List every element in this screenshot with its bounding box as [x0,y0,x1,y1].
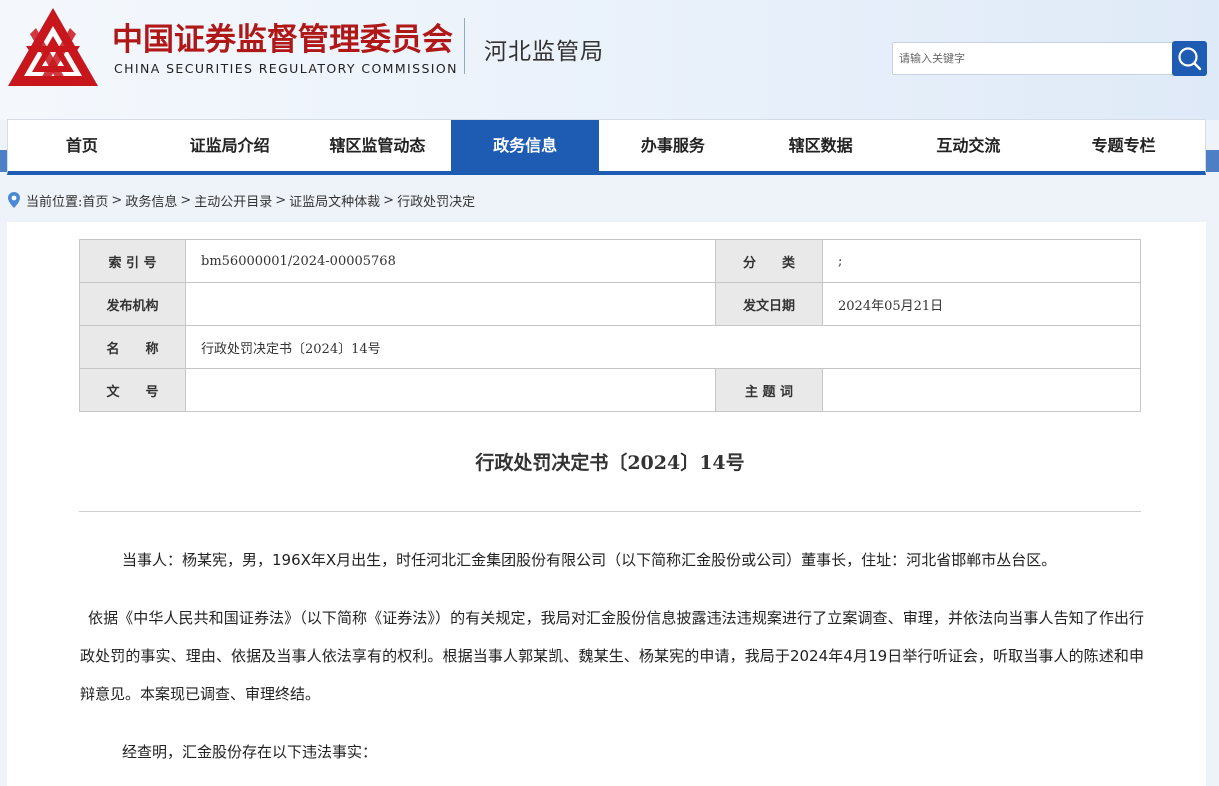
document-title: 行政处罚决定书〔2024〕14号 [475,452,745,474]
name-value: 行政处罚决定书〔2024〕14号 [185,325,1141,369]
date-value: 2024年05月21日 [822,282,1141,326]
breadcrumb-prefix: 当前位置: [26,194,83,210]
location-pin-icon [8,192,20,208]
title-divider [79,511,1141,512]
breadcrumb-separator: > [275,192,287,208]
org-name-en: CHINA SECURITIES REGULATORY COMMISSION [114,61,458,76]
nav-item-special[interactable]: 专题专栏 [1042,120,1205,171]
site-header: 中国证券监督管理委员会 CHINA SECURITIES REGULATORY … [0,0,1219,120]
bureau-name: 河北监管局 [484,39,604,65]
header-divider [464,18,465,74]
nav-item-regulatory-news[interactable]: 辖区监管动态 [304,120,452,171]
nav-item-interaction[interactable]: 互动交流 [895,120,1043,171]
index-value: bm56000001/2024-00005768 [185,239,716,283]
breadcrumb-public-catalog[interactable]: 主动公开目录 [194,191,272,210]
document-paragraph: 依据《中华人民共和国证券法》（以下简称《证券法》）的有关规定，我局对汇金股份信息… [80,609,1144,703]
csrc-logo-icon[interactable] [6,6,100,88]
main-nav: 首页 证监局介绍 辖区监管动态 政务信息 办事服务 辖区数据 互动交流 专题专栏 [7,119,1206,175]
index-label: 索 引 号 [79,239,186,283]
search-button[interactable] [1172,41,1207,76]
breadcrumb-separator: > [383,192,395,208]
nav-item-services[interactable]: 办事服务 [599,120,747,171]
breadcrumb-home[interactable]: 首页 [82,191,108,210]
content-panel: 索 引 号 bm56000001/2024-00005768 分 类 ; 发布机… [7,222,1206,786]
nav-item-gov-info[interactable]: 政务信息 [451,120,599,171]
meta-row: 索 引 号 bm56000001/2024-00005768 分 类 ; [79,239,1141,283]
publisher-value [185,282,716,326]
document-meta-table: 索 引 号 bm56000001/2024-00005768 分 类 ; 发布机… [79,239,1141,412]
keywords-value [822,368,1141,412]
docno-value [185,368,716,412]
document-paragraph: 当事人：杨某宪，男，196X年X月出生，时任河北汇金集团股份有限公司（以下简称汇… [122,551,1057,569]
breadcrumb-penalty-decision[interactable]: 行政处罚决定 [397,191,475,210]
category-label: 分 类 [715,239,823,283]
breadcrumb-separator: > [180,192,192,208]
breadcrumb-separator: > [111,192,123,208]
meta-row: 发布机构 发文日期 2024年05月21日 [79,282,1141,326]
breadcrumb: 当前位置: 首页 > 政务信息 > 主动公开目录 > 证监局文种体裁 > 行政处… [7,188,475,212]
nav-item-home[interactable]: 首页 [8,120,156,171]
document-paragraph: 经查明，汇金股份存在以下违法事实： [122,743,378,761]
search-icon [1178,47,1202,71]
meta-row: 名 称 行政处罚决定书〔2024〕14号 [79,325,1141,369]
category-value: ; [822,239,1141,283]
date-label: 发文日期 [715,282,823,326]
keywords-label: 主 题 词 [715,368,823,412]
breadcrumb-doc-types[interactable]: 证监局文种体裁 [289,191,380,210]
org-name-cn: 中国证券监督管理委员会 [112,22,453,58]
meta-row: 文 号 主 题 词 [79,368,1141,412]
nav-item-about[interactable]: 证监局介绍 [156,120,304,171]
search-input[interactable] [892,42,1174,75]
nav-item-data[interactable]: 辖区数据 [747,120,895,171]
publisher-label: 发布机构 [79,282,186,326]
breadcrumb-gov-info[interactable]: 政务信息 [125,191,177,210]
name-label: 名 称 [79,325,186,369]
docno-label: 文 号 [79,368,186,412]
